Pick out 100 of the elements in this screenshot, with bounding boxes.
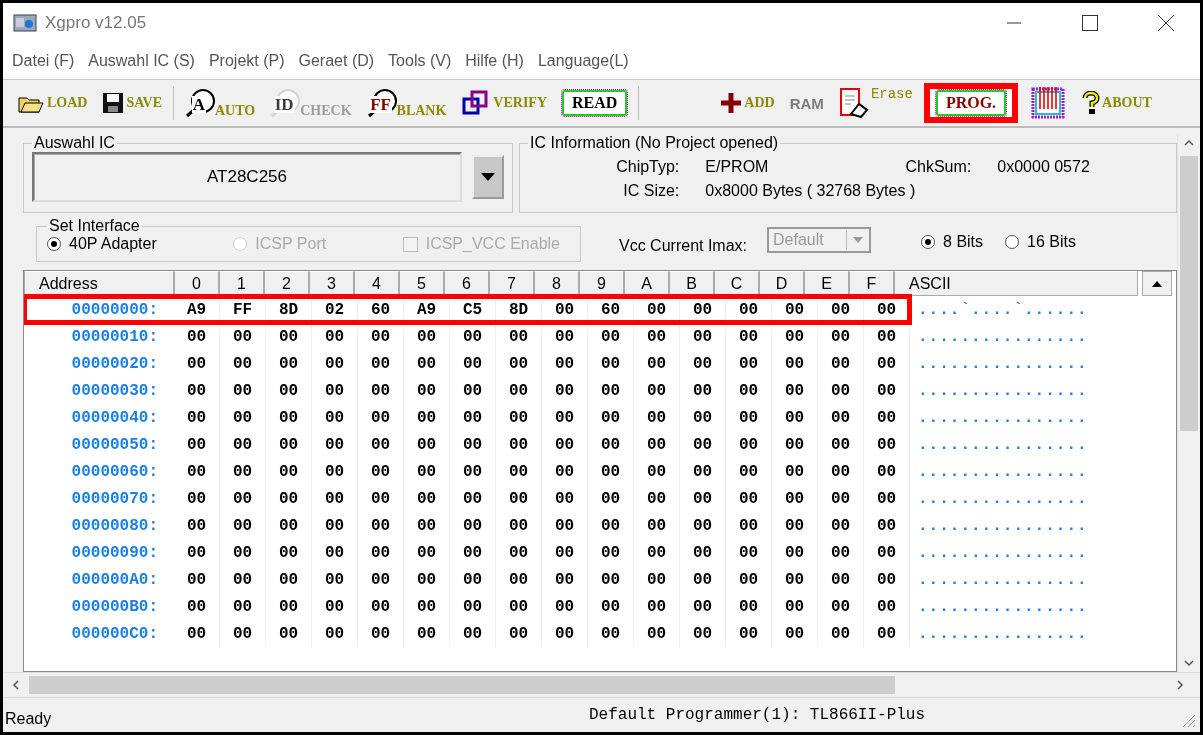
hex-cell: 00 xyxy=(680,350,726,377)
hex-cell: 00 xyxy=(312,350,358,377)
ascii-cell-text: ................ xyxy=(917,488,1088,510)
hex-cell: 00 xyxy=(496,485,542,512)
hex-cell: 00 xyxy=(220,485,266,512)
address-cell-text: 000000A0: xyxy=(70,569,159,591)
address-cell-text: 00000030: xyxy=(70,380,159,402)
ic-name-field[interactable]: AT28C256 xyxy=(32,152,462,202)
address-cell-text: 00000070: xyxy=(70,488,159,510)
hex-cell: 00 xyxy=(450,431,496,458)
column-header: 6 xyxy=(444,271,489,296)
hex-cell: 00 xyxy=(220,350,266,377)
hex-cell: 00 xyxy=(818,512,864,539)
hex-cell: 00 xyxy=(680,458,726,485)
menu-item[interactable]: Language(L) xyxy=(532,52,638,70)
hex-cell: 00 xyxy=(726,512,772,539)
radio-option[interactable]: 40P Adapter xyxy=(47,235,157,253)
toolbar-button[interactable]: FF BLANK xyxy=(362,86,451,120)
hex-cell: 00 xyxy=(818,593,864,620)
address-cell-text: 00000050: xyxy=(70,434,159,456)
hex-cell: 00 xyxy=(542,485,588,512)
menu-item[interactable]: Geraet (D) xyxy=(293,52,384,70)
hex-cell: 00 xyxy=(588,593,634,620)
menu-item[interactable]: Hilfe (H) xyxy=(460,52,533,70)
chevron-left-icon xyxy=(10,679,22,691)
column-header: 7 xyxy=(489,271,534,296)
hex-cell: 00 xyxy=(312,431,358,458)
hex-cell: 00 xyxy=(772,458,818,485)
hex-cell: 00 xyxy=(450,620,496,647)
hex-cell: 00 xyxy=(450,458,496,485)
horizontal-scrollbar[interactable] xyxy=(3,672,1200,697)
hex-cell: 00 xyxy=(588,620,634,647)
hex-cell: 00 xyxy=(726,377,772,404)
hex-cell: 00 xyxy=(772,296,818,323)
hex-cell: 00 xyxy=(542,431,588,458)
scroll-up-button[interactable] xyxy=(1142,271,1172,296)
hex-cell: 00 xyxy=(542,566,588,593)
address-cell-text: 000000C0: xyxy=(70,623,159,645)
hex-cell: 00 xyxy=(726,350,772,377)
hex-cell: 00 xyxy=(358,350,404,377)
dropdown-button[interactable] xyxy=(472,155,504,199)
hex-cell: 00 xyxy=(358,512,404,539)
hex-cell: C5 xyxy=(450,296,496,323)
hex-cell: 00 xyxy=(772,404,818,431)
hex-cell: 00 xyxy=(312,458,358,485)
info-label: IC Size: xyxy=(622,182,680,200)
hex-cell: 00 xyxy=(864,323,910,350)
radio-option[interactable]: 16 Bits xyxy=(1005,232,1076,251)
hex-cell: 00 xyxy=(174,593,220,620)
hex-cell: 00 xyxy=(634,350,680,377)
hex-cell: 00 xyxy=(358,593,404,620)
hex-cell: 00 xyxy=(818,296,864,323)
address-cell-text: 00000090: xyxy=(70,542,159,564)
hex-cell: 60 xyxy=(588,296,634,323)
hex-cell: 00 xyxy=(772,377,818,404)
hex-cell: 00 xyxy=(266,512,312,539)
hex-cell: 00 xyxy=(312,377,358,404)
hex-cell: A9 xyxy=(174,296,220,323)
column-header: 9 xyxy=(579,271,624,296)
hex-cell: 00 xyxy=(404,485,450,512)
maximize-icon xyxy=(1082,15,1098,31)
hex-cell: 00 xyxy=(312,404,358,431)
menu-item[interactable]: Datei (F) xyxy=(7,52,84,70)
hex-cell: 00 xyxy=(450,485,496,512)
ascii-cell-text: ................ xyxy=(917,380,1088,402)
toolbar-button[interactable]: PROG. xyxy=(923,83,1019,123)
hex-cell: 00 xyxy=(266,458,312,485)
hex-cell: 00 xyxy=(266,593,312,620)
hex-cell: 00 xyxy=(772,566,818,593)
scrollbar-thumb[interactable] xyxy=(29,676,895,694)
hex-cell: 00 xyxy=(358,404,404,431)
group-title: Set Interface xyxy=(48,217,141,235)
hex-cell: 00 xyxy=(266,323,312,350)
hex-cell: 00 xyxy=(220,566,266,593)
hex-cell: 00 xyxy=(588,377,634,404)
menu-item[interactable]: Projekt (P) xyxy=(203,52,294,70)
close-icon xyxy=(1158,15,1174,31)
address-cell-text: 00000020: xyxy=(70,353,159,375)
hex-cell: 00 xyxy=(726,404,772,431)
scrollbar-thumb[interactable] xyxy=(1180,156,1198,431)
hex-cell: 00 xyxy=(404,512,450,539)
ascii-cell-text: ................ xyxy=(917,623,1088,645)
menu-item[interactable]: Tools (V) xyxy=(383,52,461,70)
column-header: B xyxy=(669,271,714,296)
radio-option[interactable]: 8 Bits xyxy=(921,232,984,251)
column-header: 1 xyxy=(219,271,264,296)
column-header: F xyxy=(849,271,894,296)
chevron-right-icon xyxy=(1174,679,1186,691)
hex-cell: 00 xyxy=(450,377,496,404)
ascii-cell-text: ................ xyxy=(917,326,1088,348)
hex-cell: 00 xyxy=(312,485,358,512)
vertical-scrollbar[interactable] xyxy=(1177,134,1200,672)
address-cell-text: 00000000: xyxy=(70,299,159,321)
hex-cell: 00 xyxy=(542,593,588,620)
toolbar-button[interactable]: A AUTO xyxy=(181,86,260,120)
column-header: E xyxy=(804,271,849,296)
menu-item[interactable]: Auswahl IC (S) xyxy=(83,52,204,70)
hex-cell: 00 xyxy=(542,512,588,539)
hex-cell: 02 xyxy=(312,296,358,323)
hex-cell: 00 xyxy=(404,377,450,404)
